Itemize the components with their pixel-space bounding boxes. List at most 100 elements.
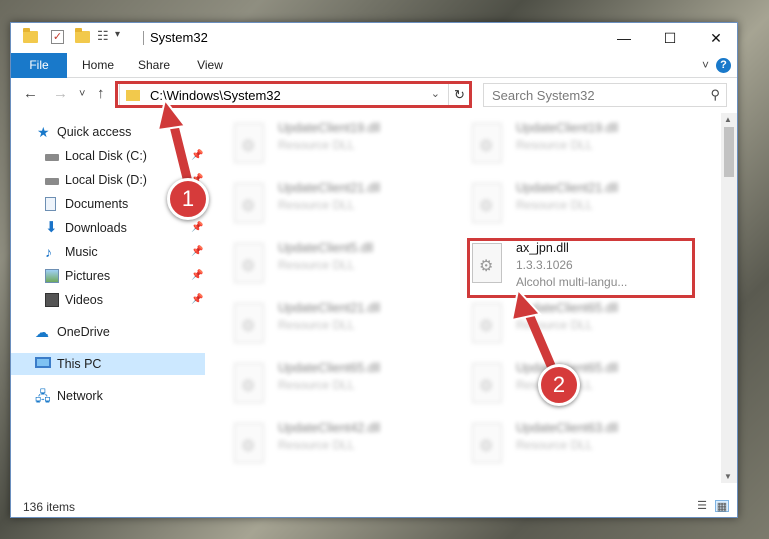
music-icon: ♪	[45, 244, 52, 260]
forward-button[interactable]: →	[53, 86, 68, 102]
sidebar-item-downloads[interactable]: ⬇ Downloads 📌	[11, 217, 205, 239]
pin-icon[interactable]: 📌	[191, 241, 203, 263]
tab-share[interactable]: Share	[129, 53, 179, 78]
file-item[interactable]: UpdateClient19.dll Resource DLL	[216, 117, 436, 173]
search-box[interactable]: ⚲	[483, 83, 727, 107]
file-name: UpdateClient19.dll	[516, 121, 619, 135]
file-item[interactable]: UpdateClient21.dll Resource DLL	[216, 177, 436, 233]
sidebar-item-label: Downloads	[65, 221, 127, 235]
file-description: Resource DLL	[278, 378, 355, 392]
file-item[interactable]: UpdateClient5.dll Resource DLL	[216, 237, 436, 293]
file-name: UpdateClient65.dll	[516, 301, 619, 315]
sidebar-item-label: Pictures	[65, 269, 111, 283]
address-highlight-box	[115, 81, 472, 108]
ribbon-tabs: File Home Share View ˅ ?	[11, 53, 737, 78]
recent-locations-button[interactable]: ˅	[79, 86, 85, 102]
vertical-scrollbar[interactable]: ▲ ▼	[721, 113, 737, 483]
sidebar-item-label: Videos	[65, 293, 103, 307]
dll-file-icon	[234, 423, 264, 463]
pin-icon[interactable]: 📌	[191, 217, 203, 239]
file-name: UpdateClient21.dll	[516, 181, 619, 195]
documents-icon	[45, 197, 56, 211]
dll-file-icon	[234, 303, 264, 343]
title-bar: ✓ ☷ ▾ System32 — ☐ ✕	[11, 23, 737, 53]
details-view-icon[interactable]: ☰	[695, 500, 709, 512]
sidebar-item-network[interactable]: 🖧 Network	[11, 385, 205, 407]
sidebar-item-videos[interactable]: Videos 📌	[11, 289, 205, 311]
sidebar-item-label: Quick access	[57, 125, 132, 139]
file-name: UpdateClient42.dll	[278, 421, 381, 435]
sidebar-item-label: Network	[57, 389, 103, 403]
onedrive-icon: ☁	[35, 324, 49, 340]
file-name: UpdateClient19.dll	[278, 121, 381, 135]
minimize-button[interactable]: —	[601, 23, 647, 53]
dll-file-icon	[472, 363, 502, 403]
ribbon-expand-icon[interactable]: ˅	[702, 58, 709, 72]
file-item[interactable]: UpdateClient21.dll Resource DLL	[454, 177, 674, 233]
file-item[interactable]: UpdateClient65.dll Resource DLL	[454, 297, 674, 353]
navigation-pane: ★ Quick access Local Disk (C:) 📌 Local D…	[11, 113, 207, 483]
search-input[interactable]	[484, 84, 704, 106]
tab-file[interactable]: File	[11, 53, 67, 78]
properties-check-icon[interactable]: ✓	[51, 30, 64, 44]
dll-file-icon	[234, 123, 264, 163]
sidebar-item-label: Documents	[65, 197, 129, 211]
file-description: Resource DLL	[516, 198, 593, 212]
sidebar-item-label: This PC	[57, 357, 102, 371]
drive-icon	[45, 178, 59, 185]
tab-view[interactable]: View	[185, 53, 235, 78]
sidebar-item-label: Music	[65, 245, 98, 259]
step-2-badge: 2	[538, 364, 580, 406]
dll-file-icon	[472, 183, 502, 223]
file-item[interactable]: UpdateClient21.dll Resource DLL	[216, 297, 436, 353]
dll-file-icon	[472, 123, 502, 163]
back-button[interactable]: ←	[23, 86, 38, 102]
close-button[interactable]: ✕	[693, 23, 739, 53]
sidebar-item-local-disk-c[interactable]: Local Disk (C:) 📌	[11, 145, 205, 167]
dll-file-icon	[472, 303, 502, 343]
file-name: UpdateClient21.dll	[278, 181, 381, 195]
pin-icon[interactable]: 📌	[191, 145, 203, 167]
scrollbar-thumb[interactable]	[724, 127, 734, 177]
tab-home[interactable]: Home	[73, 53, 123, 78]
file-description: Resource DLL	[278, 438, 355, 452]
sidebar-item-label: Local Disk (D:)	[65, 173, 147, 187]
file-item[interactable]: UpdateClient63.dll Resource DLL	[454, 417, 674, 473]
status-bar: 136 items ☰ ▦	[11, 495, 737, 517]
sidebar-item-quick-access[interactable]: ★ Quick access	[11, 121, 205, 143]
pictures-icon	[45, 269, 59, 283]
properties-icon[interactable]: ☷	[97, 29, 113, 43]
sidebar-item-music[interactable]: ♪ Music 📌	[11, 241, 205, 263]
pin-icon[interactable]: 📌	[191, 265, 203, 287]
file-description: Resource DLL	[516, 318, 593, 332]
folder-icon[interactable]	[23, 28, 38, 43]
scroll-down-icon[interactable]: ▼	[724, 472, 732, 481]
dll-file-icon	[472, 423, 502, 463]
sidebar-item-onedrive[interactable]: ☁ OneDrive	[11, 321, 205, 343]
dll-file-icon	[234, 243, 264, 283]
file-item[interactable]: UpdateClient42.dll Resource DLL	[216, 417, 436, 473]
scroll-up-icon[interactable]: ▲	[724, 115, 732, 124]
up-button[interactable]: ↑	[97, 86, 105, 102]
tiles-view-icon[interactable]: ▦	[715, 500, 729, 513]
title-separator	[143, 31, 144, 45]
file-name: UpdateClient21.dll	[278, 301, 381, 315]
help-icon[interactable]: ?	[716, 58, 731, 73]
sidebar-item-label: Local Disk (C:)	[65, 149, 147, 163]
file-name: UpdateClient65.dll	[278, 361, 381, 375]
downloads-icon: ⬇	[45, 219, 58, 236]
file-item[interactable]: UpdateClient19.dll Resource DLL	[454, 117, 674, 173]
file-item[interactable]: UpdateClient65.dll Resource DLL	[216, 357, 436, 413]
file-highlight-box	[467, 238, 695, 298]
new-folder-icon[interactable]	[75, 28, 90, 43]
file-description: Resource DLL	[278, 138, 355, 152]
maximize-button[interactable]: ☐	[647, 23, 693, 53]
pin-icon[interactable]: 📌	[191, 289, 203, 311]
sidebar-item-this-pc[interactable]: This PC	[11, 353, 205, 375]
window-title: System32	[150, 30, 208, 45]
search-icon[interactable]: ⚲	[710, 87, 720, 103]
drive-icon	[45, 154, 59, 161]
step-1-badge: 1	[167, 178, 209, 220]
customize-dropdown-icon[interactable]: ▾	[115, 29, 120, 40]
sidebar-item-pictures[interactable]: Pictures 📌	[11, 265, 205, 287]
